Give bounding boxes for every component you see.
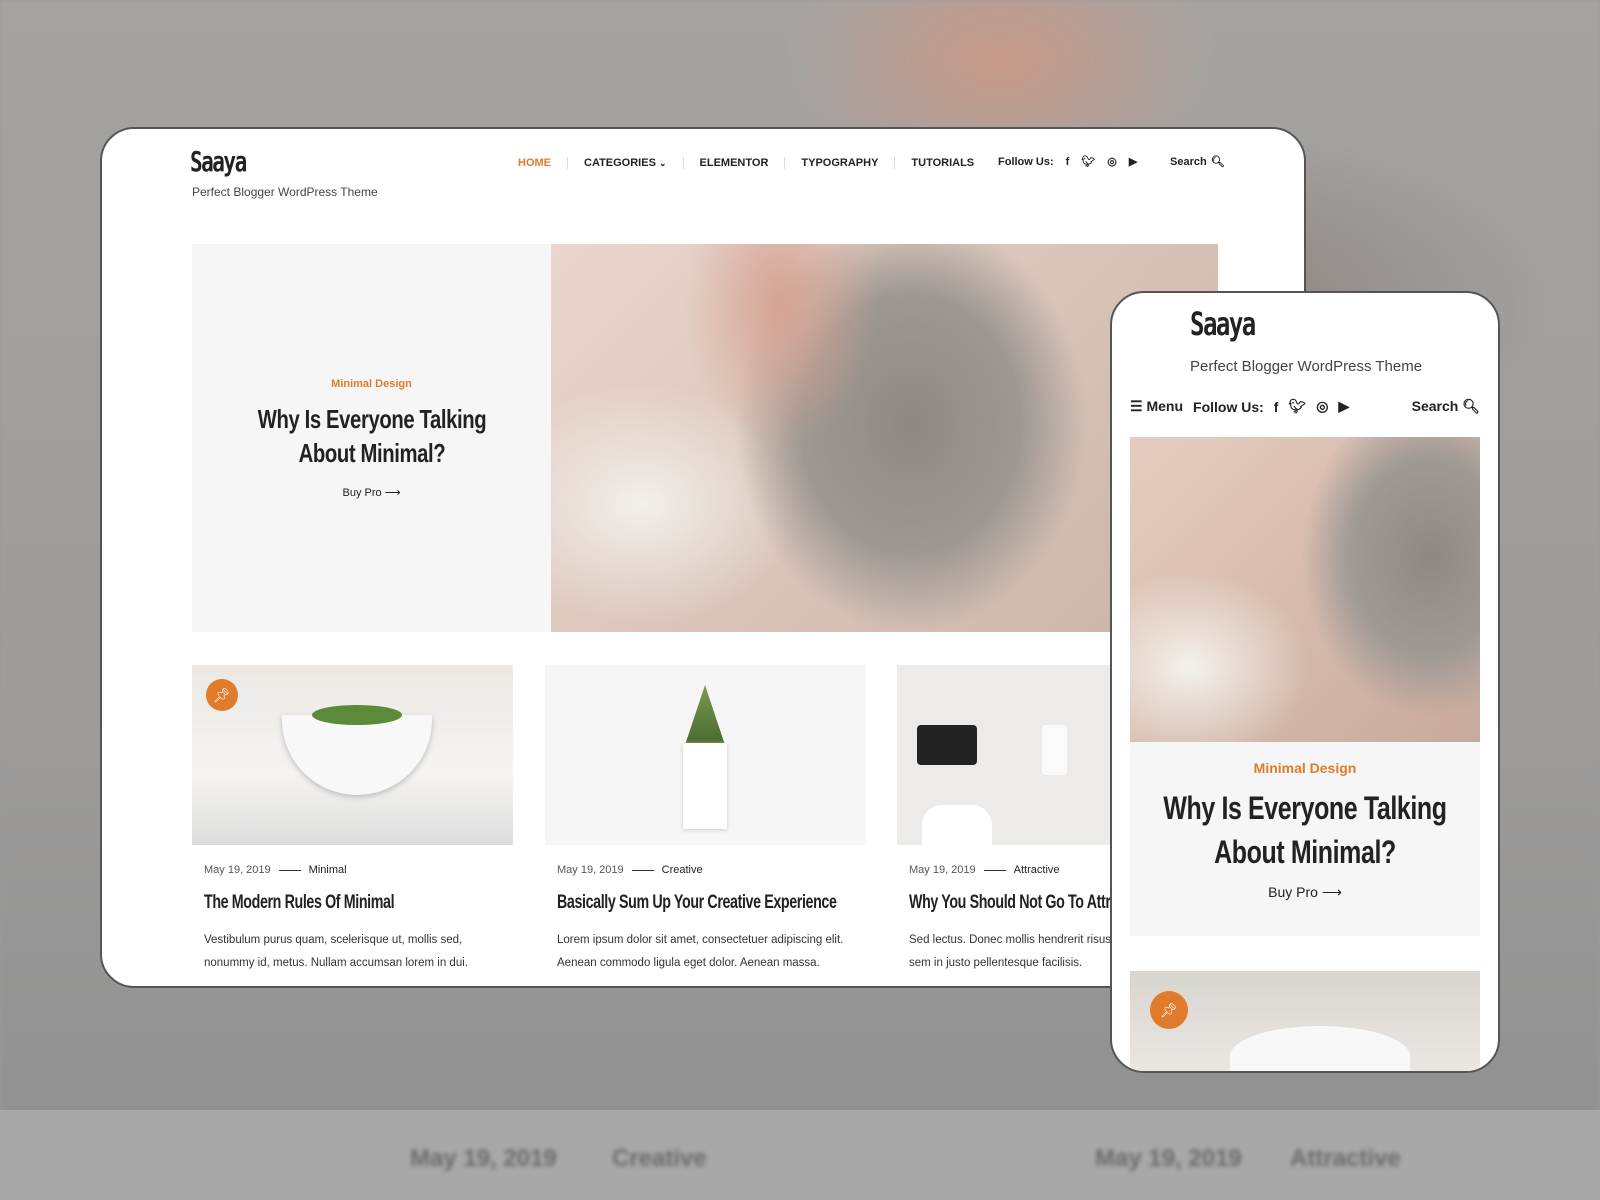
post-category[interactable]: Minimal: [309, 864, 347, 876]
hero-buy-pro[interactable]: Buy Pro ⟶: [1268, 884, 1342, 901]
hero-buy-pro[interactable]: Buy Pro ⟶: [343, 486, 401, 499]
follow-label: Follow Us:: [1193, 398, 1264, 415]
follow-us: Follow Us: f 🐦︎ ◎ ▶: [998, 155, 1137, 169]
hero: Minimal Design Why Is Everyone Talking A…: [192, 244, 1218, 632]
hamburger-icon: ☰: [1130, 398, 1143, 414]
mobile-toolbar: ☰ Menu Follow Us: f 🐦︎ ◎ ▶ Search 🔍︎: [1130, 398, 1480, 415]
post-title[interactable]: Basically Sum Up Your Creative Experienc…: [557, 892, 837, 914]
youtube-icon[interactable]: ▶: [1338, 398, 1349, 415]
nav-elementor[interactable]: ELEMENTOR: [682, 157, 785, 169]
post-meta: May 19, 2019 Attractive: [909, 864, 1060, 876]
search-icon: 🔍︎: [1210, 156, 1225, 168]
twitter-icon[interactable]: 🐦︎: [1081, 155, 1095, 168]
post-meta: May 19, 2019 Minimal: [204, 864, 347, 876]
search-icon: 🔍︎: [1462, 398, 1480, 414]
follow-label: Follow Us:: [998, 155, 1054, 168]
post-date: May 19, 2019: [909, 864, 976, 876]
bg-date: May 19, 2019: [410, 1145, 557, 1172]
post-category[interactable]: Attractive: [1014, 864, 1060, 876]
hero-category[interactable]: Minimal Design: [331, 378, 412, 390]
nav-categories[interactable]: CATEGORIES ⌄: [567, 157, 683, 169]
twitter-icon[interactable]: 🐦︎: [1288, 398, 1306, 415]
mobile-hero-text: Minimal Design Why Is Everyone Talking A…: [1130, 742, 1480, 936]
site-logo[interactable]: Saaya: [1190, 305, 1256, 343]
search-label: Search: [1170, 155, 1207, 168]
post-category[interactable]: Creative: [662, 864, 703, 876]
site-logo[interactable]: Saaya: [190, 145, 247, 178]
bg-category: Attractive: [1290, 1145, 1401, 1172]
post-image-salad[interactable]: 📌︎: [192, 665, 513, 845]
facebook-icon[interactable]: f: [1066, 156, 1070, 168]
nav-categories-label: CATEGORIES: [584, 157, 656, 169]
pin-icon: 📌︎: [1150, 991, 1188, 1029]
nav-typography[interactable]: TYPOGRAPHY: [784, 157, 894, 169]
nav-home[interactable]: HOME: [502, 157, 567, 169]
arrow-right-icon: ⟶: [384, 486, 401, 499]
bg-category: Creative: [612, 1145, 707, 1172]
mobile-post-image[interactable]: 📌︎: [1130, 971, 1480, 1071]
hero-category[interactable]: Minimal Design: [1254, 760, 1357, 776]
post-date: May 19, 2019: [557, 864, 624, 876]
bg-date: May 19, 2019: [1095, 1145, 1242, 1172]
mobile-hero-image[interactable]: [1130, 437, 1480, 742]
nav-tutorials[interactable]: TUTORIALS: [894, 157, 990, 169]
hero-title[interactable]: Why Is Everyone Talking About Minimal?: [239, 402, 504, 470]
post-meta: May 19, 2019 Creative: [557, 864, 703, 876]
post-excerpt: Sed lectus. Donec mollis hendrerit risus…: [909, 934, 1111, 969]
post-image-plant[interactable]: [545, 665, 866, 845]
chevron-down-icon: ⌄: [658, 158, 667, 168]
pin-icon: 📌︎: [206, 679, 238, 711]
arrow-right-icon: ⟶: [1321, 884, 1342, 900]
post-excerpt: Vestibulum purus quam, scelerisque ut, m…: [204, 934, 468, 969]
mobile-preview: Saaya Perfect Blogger WordPress Theme ☰ …: [1110, 291, 1500, 1073]
facebook-icon[interactable]: f: [1274, 399, 1279, 415]
menu-button[interactable]: ☰ Menu: [1130, 398, 1183, 415]
search-button[interactable]: Search 🔍︎: [1412, 398, 1480, 415]
instagram-icon[interactable]: ◎: [1107, 155, 1117, 168]
hero-text-panel: Minimal Design Why Is Everyone Talking A…: [192, 244, 551, 632]
buy-pro-label: Buy Pro: [342, 486, 382, 499]
site-tagline: Perfect Blogger WordPress Theme: [1190, 358, 1423, 375]
youtube-icon[interactable]: ▶: [1129, 155, 1137, 168]
search-button[interactable]: Search 🔍︎: [1170, 155, 1225, 169]
post-date: May 19, 2019: [204, 864, 271, 876]
main-nav: HOME CATEGORIES ⌄ ELEMENTOR TYPOGRAPHY T…: [502, 157, 990, 169]
instagram-icon[interactable]: ◎: [1316, 398, 1328, 415]
hero-title[interactable]: Why Is Everyone Talking About Minimal?: [1149, 786, 1461, 874]
post-excerpt: Lorem ipsum dolor sit amet, consectetuer…: [557, 934, 844, 969]
site-tagline: Perfect Blogger WordPress Theme: [192, 185, 378, 199]
post-title[interactable]: The Modern Rules Of Minimal: [204, 892, 395, 914]
